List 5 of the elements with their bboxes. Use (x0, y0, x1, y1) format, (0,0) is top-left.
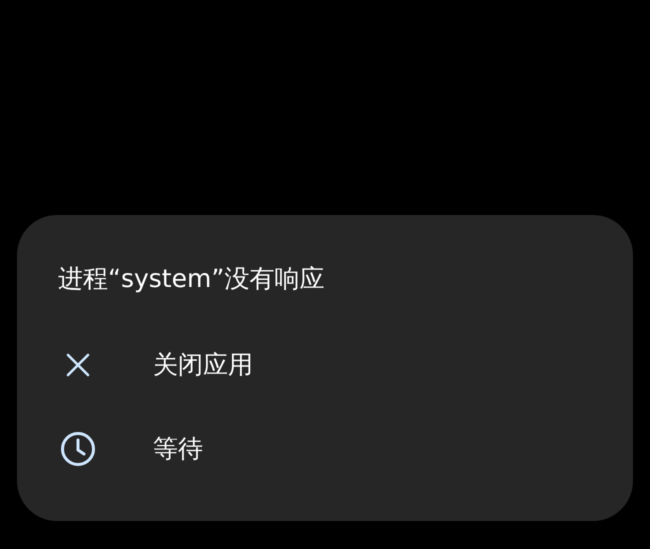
close-icon (66, 353, 90, 377)
menu-option[interactable]: 等待 (58, 427, 592, 471)
menu-option[interactable]: 关闭应用 (58, 343, 592, 387)
clock-icon (60, 431, 96, 467)
dialog-title: 进程“system”没有响应 (58, 263, 324, 295)
